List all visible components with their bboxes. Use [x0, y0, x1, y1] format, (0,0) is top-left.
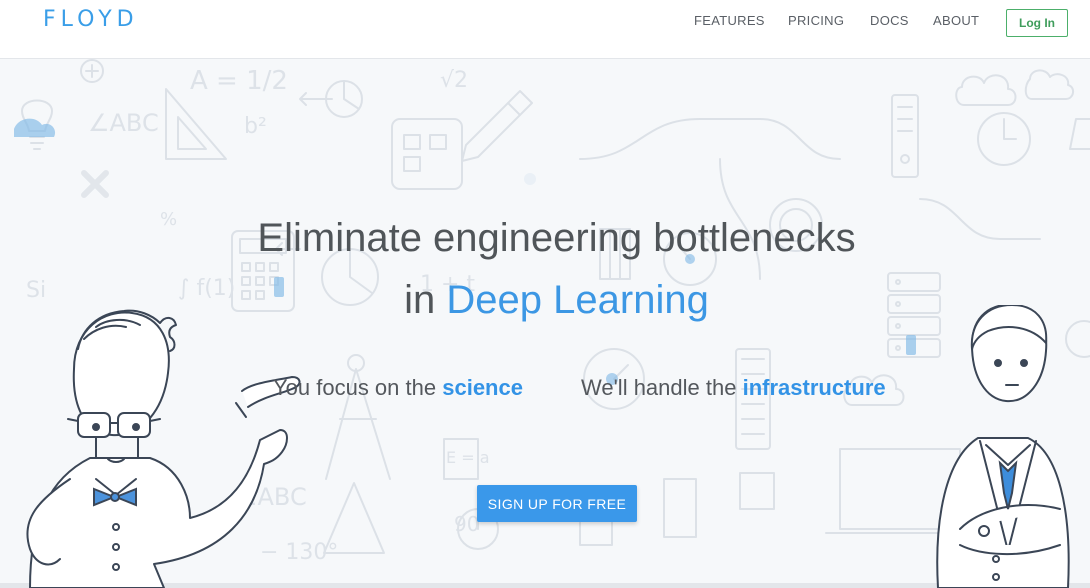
doodle-text: √2: [440, 68, 468, 93]
doodle-text: A = 1/2: [190, 66, 288, 96]
hero-headline: Eliminate engineering bottlenecks in Dee…: [0, 207, 1090, 331]
cloud-doodle: [955, 74, 1017, 106]
tagline-science: You focus on the science: [273, 375, 523, 401]
headline-line-1: Eliminate engineering bottlenecks: [257, 216, 856, 260]
tagline-science-prefix: You focus on the: [273, 375, 437, 400]
nav-about-link[interactable]: ABOUT: [933, 13, 979, 28]
doodle-text: 90: [454, 512, 479, 536]
top-navbar: FLOYD FEATURES PRICING DOCS ABOUT Log In: [0, 0, 1090, 59]
nav-features-link[interactable]: FEATURES: [694, 13, 765, 28]
tagline-science-keyword: science: [442, 375, 523, 400]
tagline-infrastructure-keyword: infrastructure: [742, 375, 886, 400]
headline-prefix: in: [404, 278, 436, 322]
nav-pricing-link[interactable]: PRICING: [788, 13, 844, 28]
doodle-text: E = a: [446, 448, 490, 467]
pencil-doodle: [461, 90, 533, 162]
doodle-text: b²: [244, 114, 267, 139]
triangle-ruler-doodle: [165, 88, 227, 160]
login-button[interactable]: Log In: [1006, 9, 1068, 37]
tagline-infrastructure: We'll handle the infrastructure: [581, 375, 886, 401]
calculator-board-doodle: [391, 118, 463, 190]
main-nav: FEATURES PRICING DOCS ABOUT: [0, 13, 1090, 33]
businessman-illustration: [936, 305, 1070, 588]
hero-section: A = 1/2 √2 ∠ABC b² Si ∫ f(1) 1 + t % ∠AB…: [0, 59, 1090, 588]
scientist-illustration: [26, 309, 301, 588]
signup-free-button[interactable]: SIGN UP FOR FREE: [477, 485, 637, 522]
doodle-text: ∠ABC: [88, 109, 159, 137]
tagline-infrastructure-prefix: We'll handle the: [581, 375, 737, 400]
headline-accent: Deep Learning: [446, 278, 709, 322]
nav-docs-link[interactable]: DOCS: [870, 13, 909, 28]
headline-line-2: in Deep Learning: [0, 269, 1090, 331]
